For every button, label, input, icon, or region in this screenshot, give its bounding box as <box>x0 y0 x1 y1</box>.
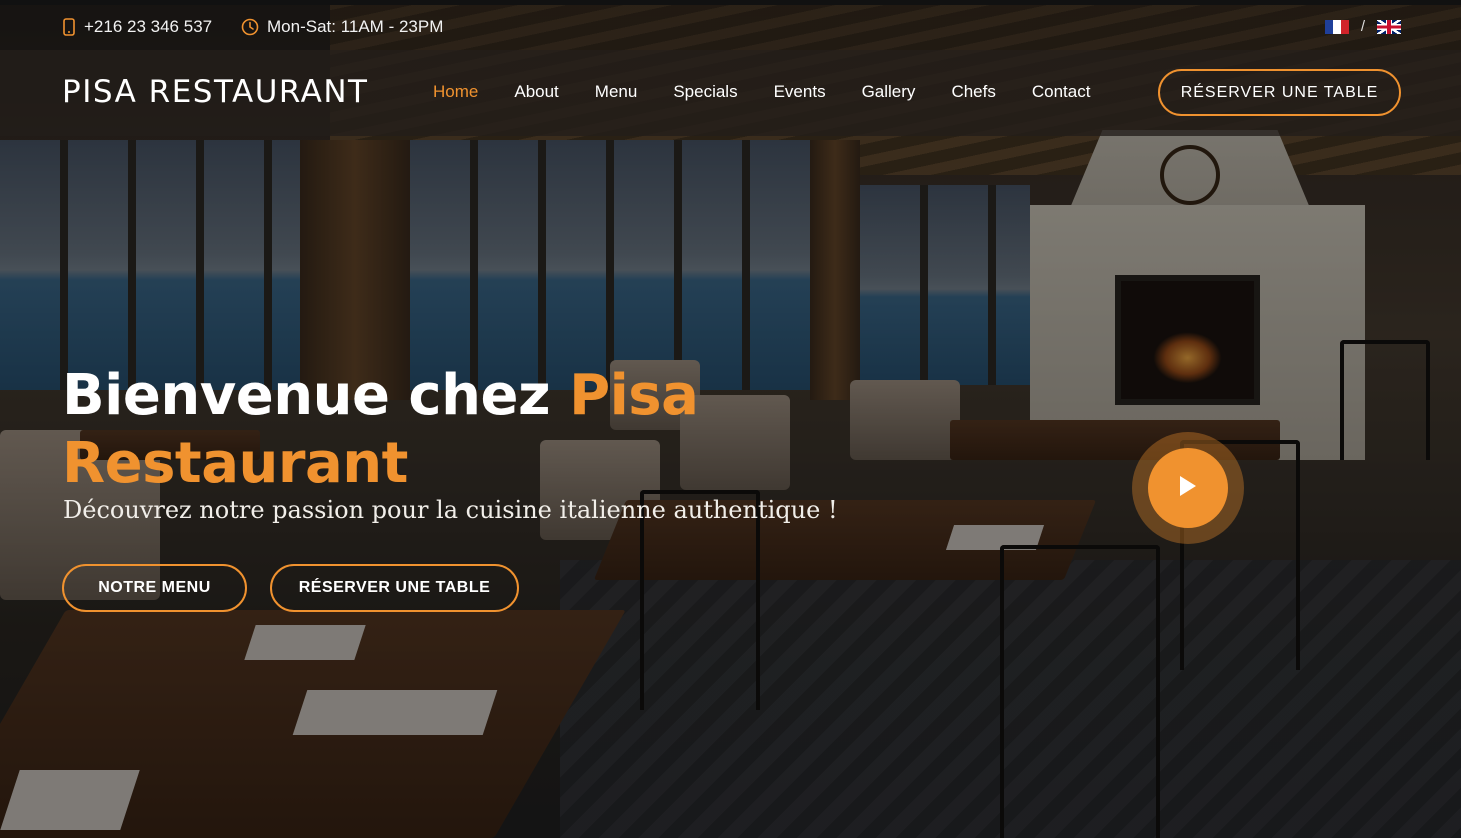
phone-number: +216 23 346 537 <box>84 17 213 36</box>
language-separator: / <box>1360 18 1365 35</box>
nav-events[interactable]: Events <box>774 82 826 102</box>
france-flag-icon[interactable] <box>1324 19 1349 34</box>
book-table-hero-button[interactable]: RÉSERVER UNE TABLE <box>270 564 519 612</box>
play-button-circle[interactable] <box>1148 448 1228 528</box>
language-switcher: / <box>1324 18 1401 35</box>
nav-home[interactable]: Home <box>433 82 478 102</box>
uk-flag-icon[interactable] <box>1377 19 1401 34</box>
nav-contact[interactable]: Contact <box>1032 82 1091 102</box>
nav-menu[interactable]: Menu <box>595 82 638 102</box>
clock-icon <box>241 18 259 36</box>
opening-hours: Mon-Sat: 11AM - 23PM <box>241 17 443 37</box>
play-icon <box>1177 474 1199 502</box>
site-logo[interactable]: PISA RESTAURANT <box>62 74 369 110</box>
hours-text: Mon-Sat: 11AM - 23PM <box>267 17 444 36</box>
main-header: PISA RESTAURANT Home About Menu Specials… <box>0 50 1461 136</box>
main-nav: Home About Menu Specials Events Gallery … <box>433 82 1126 102</box>
nav-chefs[interactable]: Chefs <box>951 82 995 102</box>
book-table-header-button[interactable]: RÉSERVER UNE TABLE <box>1158 69 1401 116</box>
top-info-bar: +216 23 346 537 Mon-Sat: 11AM - 23PM / <box>0 0 1461 50</box>
hero-title: Bienvenue chez Pisa Restaurant <box>62 362 762 498</box>
video-play-button[interactable] <box>1132 432 1244 544</box>
nav-specials[interactable]: Specials <box>673 82 737 102</box>
phone-contact[interactable]: +216 23 346 537 <box>62 17 212 37</box>
our-menu-button[interactable]: NOTRE MENU <box>62 564 247 612</box>
nav-gallery[interactable]: Gallery <box>862 82 916 102</box>
phone-icon <box>62 18 76 36</box>
nav-about[interactable]: About <box>514 82 558 102</box>
hero-subtitle: Découvrez notre passion pour la cuisine … <box>63 496 838 524</box>
hero-title-main: Bienvenue chez <box>62 363 570 428</box>
